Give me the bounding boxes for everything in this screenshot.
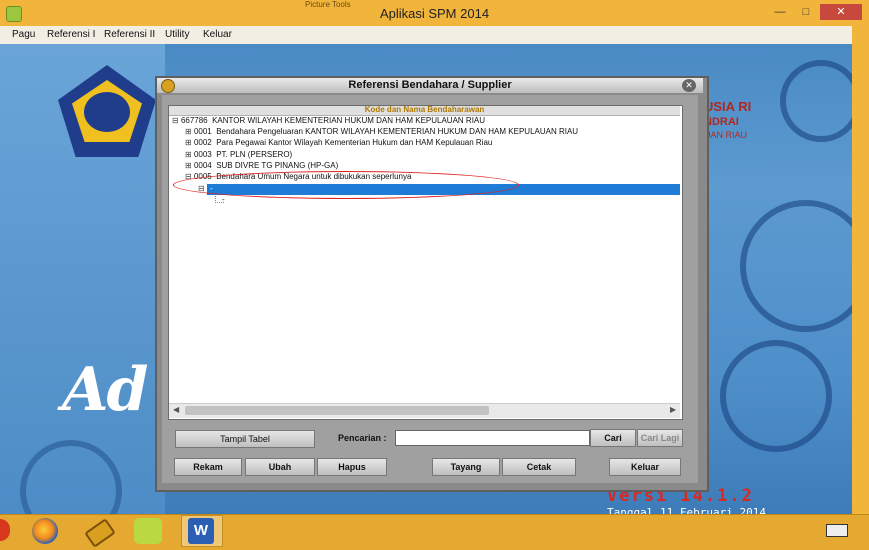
tree-node-name: Bendahara Pengeluaran KANTOR WILAYAH KEM…	[216, 127, 579, 136]
keyboard-icon[interactable]	[826, 524, 848, 537]
background-swirl	[780, 60, 862, 142]
hapus-button[interactable]: Hapus	[317, 458, 387, 476]
tampil-tabel-button[interactable]: Tampil Tabel	[175, 430, 315, 448]
ministry-logo-core	[84, 92, 130, 132]
maximize-button[interactable]: □	[796, 4, 816, 20]
rekam-button[interactable]: Rekam	[174, 458, 242, 476]
taskbar	[0, 514, 869, 550]
tree-node-code: 667786	[180, 116, 208, 125]
word-icon[interactable]: W	[188, 518, 214, 544]
scroll-left-icon[interactable]: ◀	[173, 405, 179, 414]
cari-lagi-button[interactable]: Cari Lagi	[637, 429, 683, 447]
scroll-right-icon[interactable]: ▶	[670, 405, 676, 414]
tree-node-code: 0001	[193, 127, 212, 136]
background-swirl	[740, 200, 869, 332]
menu-pagu[interactable]: Pagu	[12, 26, 35, 44]
tree-node-0003[interactable]: ⊞ 0003 PT. PLN (PERSERO)	[185, 150, 292, 160]
tree-node-name: PT. PLN (PERSERO)	[216, 150, 293, 159]
firefox-icon[interactable]	[32, 518, 58, 544]
dialog-close-icon[interactable]: ✕	[682, 79, 696, 92]
child-node[interactable]: -	[222, 195, 225, 205]
brand-text-line2: NDRAI	[704, 116, 739, 128]
dialog-title: Referensi Bendahara / Supplier	[348, 79, 512, 91]
spm-app-icon[interactable]	[134, 518, 162, 544]
window-right-border	[852, 26, 869, 516]
menu-keluar[interactable]: Keluar	[203, 26, 232, 44]
menu-referensi-1[interactable]: Referensi I	[47, 26, 95, 44]
window-title: Aplikasi SPM 2014	[379, 6, 490, 21]
tree-node-name: Para Pegawai Kantor Wilayah Kementerian …	[216, 138, 493, 147]
ubah-button[interactable]: Ubah	[245, 458, 315, 476]
search-label: Pencarian :	[338, 433, 387, 443]
tree-node-0004[interactable]: ⊞ 0004 SUB DIVRE TG PINANG (HP-GA)	[185, 161, 338, 171]
expand-icon[interactable]: ⊞	[185, 138, 192, 147]
expand-icon[interactable]: ⊞	[185, 161, 192, 170]
tree-node-code: 0004	[193, 161, 212, 170]
tree-node-root[interactable]: ⊟ 667786 KANTOR WILAYAH KEMENTERIAN HUKU…	[172, 116, 485, 126]
tree-node-0001[interactable]: ⊞ 0001 Bendahara Pengeluaran KANTOR WILA…	[185, 127, 578, 137]
close-button[interactable]: ✕	[820, 4, 862, 20]
tayang-button[interactable]: Tayang	[432, 458, 500, 476]
tree-node-0002[interactable]: ⊞ 0002 Para Pegawai Kantor Wilayah Kemen…	[185, 138, 492, 148]
tree-node-code: 0002	[193, 138, 212, 147]
tree-header-label: Kode dan Nama Bendaharawan	[364, 105, 485, 114]
brand-text-line1: USIA RI	[704, 99, 752, 114]
cari-button[interactable]: Cari	[590, 429, 636, 447]
minimize-button[interactable]: —	[770, 4, 790, 20]
collapse-icon[interactable]: ⊟	[172, 116, 179, 125]
brand-text-line3: UAN RIAU	[704, 130, 748, 140]
expand-icon[interactable]: ⊞	[185, 150, 192, 159]
scrollbar-thumb[interactable]	[185, 406, 489, 415]
background-swirl	[720, 340, 832, 452]
expand-icon[interactable]: ⊞	[185, 127, 192, 136]
annotation-ellipse	[173, 171, 519, 199]
menu-referensi-2[interactable]: Referensi II	[104, 26, 155, 44]
menu-utility[interactable]: Utility	[165, 26, 189, 44]
tree-node-name: KANTOR WILAYAH KEMENTERIAN HUKUM DAN HAM…	[212, 116, 486, 125]
tree-node-code: 0003	[193, 150, 212, 159]
search-input[interactable]	[395, 430, 590, 446]
cetak-button[interactable]: Cetak	[502, 458, 576, 476]
keluar-button[interactable]: Keluar	[609, 458, 681, 476]
background-ad-text: Ad	[62, 355, 149, 425]
tree-node-name: SUB DIVRE TG PINANG (HP-GA)	[216, 161, 339, 170]
